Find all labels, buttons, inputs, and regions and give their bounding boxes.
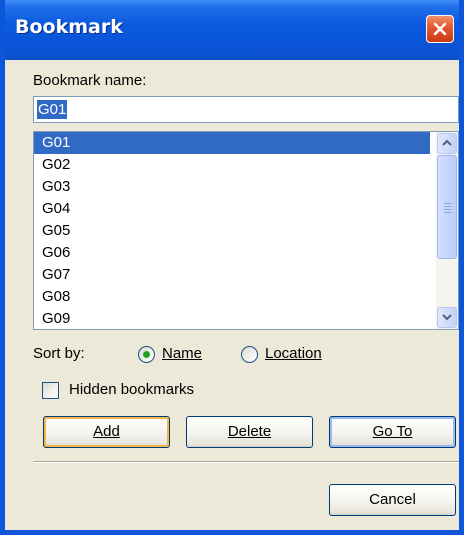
- bookmark-name-label: Bookmark name:: [33, 72, 147, 89]
- bookmark-list-items: G01 G02 G03 G04 G05 G06 G07 G08 G09: [34, 132, 430, 329]
- close-button[interactable]: [426, 15, 454, 43]
- bookmark-list-item[interactable]: G07: [34, 264, 430, 286]
- add-button[interactable]: Add: [43, 416, 170, 448]
- bookmark-name-input[interactable]: G01: [33, 96, 459, 123]
- sort-name-label[interactable]: Name: [162, 345, 202, 362]
- sort-location-label[interactable]: Location: [265, 345, 322, 362]
- add-button-label: Add: [93, 423, 120, 440]
- bookmark-list-item[interactable]: G04: [34, 198, 430, 220]
- delete-button-label: Delete: [227, 423, 272, 440]
- sort-location-text: Location: [265, 345, 322, 362]
- delete-button[interactable]: Delete: [186, 416, 313, 448]
- bookmark-list-item[interactable]: G09: [34, 308, 430, 329]
- scroll-up-button[interactable]: [437, 133, 457, 154]
- separator: [33, 461, 459, 463]
- hidden-bookmarks-checkbox[interactable]: [42, 382, 59, 399]
- bookmark-list-item[interactable]: G01: [34, 132, 430, 154]
- scroll-thumb[interactable]: [437, 155, 457, 259]
- sort-by-label: Sort by:: [33, 345, 85, 362]
- sort-location-radio[interactable]: [241, 346, 258, 363]
- cancel-button-label: Cancel: [369, 491, 416, 508]
- bookmark-list-item[interactable]: G02: [34, 154, 430, 176]
- scroll-down-button[interactable]: [437, 307, 457, 328]
- bookmark-list[interactable]: G01 G02 G03 G04 G05 G06 G07 G08 G09: [33, 131, 459, 330]
- go-to-button-label: Go To: [372, 423, 413, 440]
- bookmark-list-item[interactable]: G03: [34, 176, 430, 198]
- go-to-button[interactable]: Go To: [329, 416, 456, 448]
- bookmark-list-item[interactable]: G05: [34, 220, 430, 242]
- sort-name-text: Name: [162, 345, 203, 362]
- bookmark-name-value: G01: [37, 100, 68, 119]
- thumb-grip-line: [444, 203, 451, 204]
- list-scrollbar[interactable]: [436, 132, 458, 329]
- cancel-button[interactable]: Cancel: [329, 484, 456, 516]
- dialog-title: Bookmark: [15, 16, 123, 38]
- thumb-grip-line: [444, 206, 451, 207]
- sort-name-radio[interactable]: [138, 346, 155, 363]
- radio-selected-dot: [143, 351, 150, 358]
- thumb-grip-line: [444, 209, 451, 210]
- title-bar[interactable]: Bookmark: [5, 0, 459, 60]
- hidden-bookmarks-label[interactable]: Hidden bookmarks: [69, 381, 194, 398]
- bookmark-list-item[interactable]: G08: [34, 286, 430, 308]
- bookmark-dialog: Bookmark Bookmark name: G01 G01 G02 G03 G04…: [0, 0, 464, 535]
- bookmark-list-item[interactable]: G06: [34, 242, 430, 264]
- dialog-body: Bookmark name: G01 G01 G02 G03 G04 G05 G06 G07…: [5, 60, 459, 530]
- thumb-grip-line: [444, 212, 451, 213]
- hidden-bookmarks-text: Hidden bookmarks: [69, 381, 195, 398]
